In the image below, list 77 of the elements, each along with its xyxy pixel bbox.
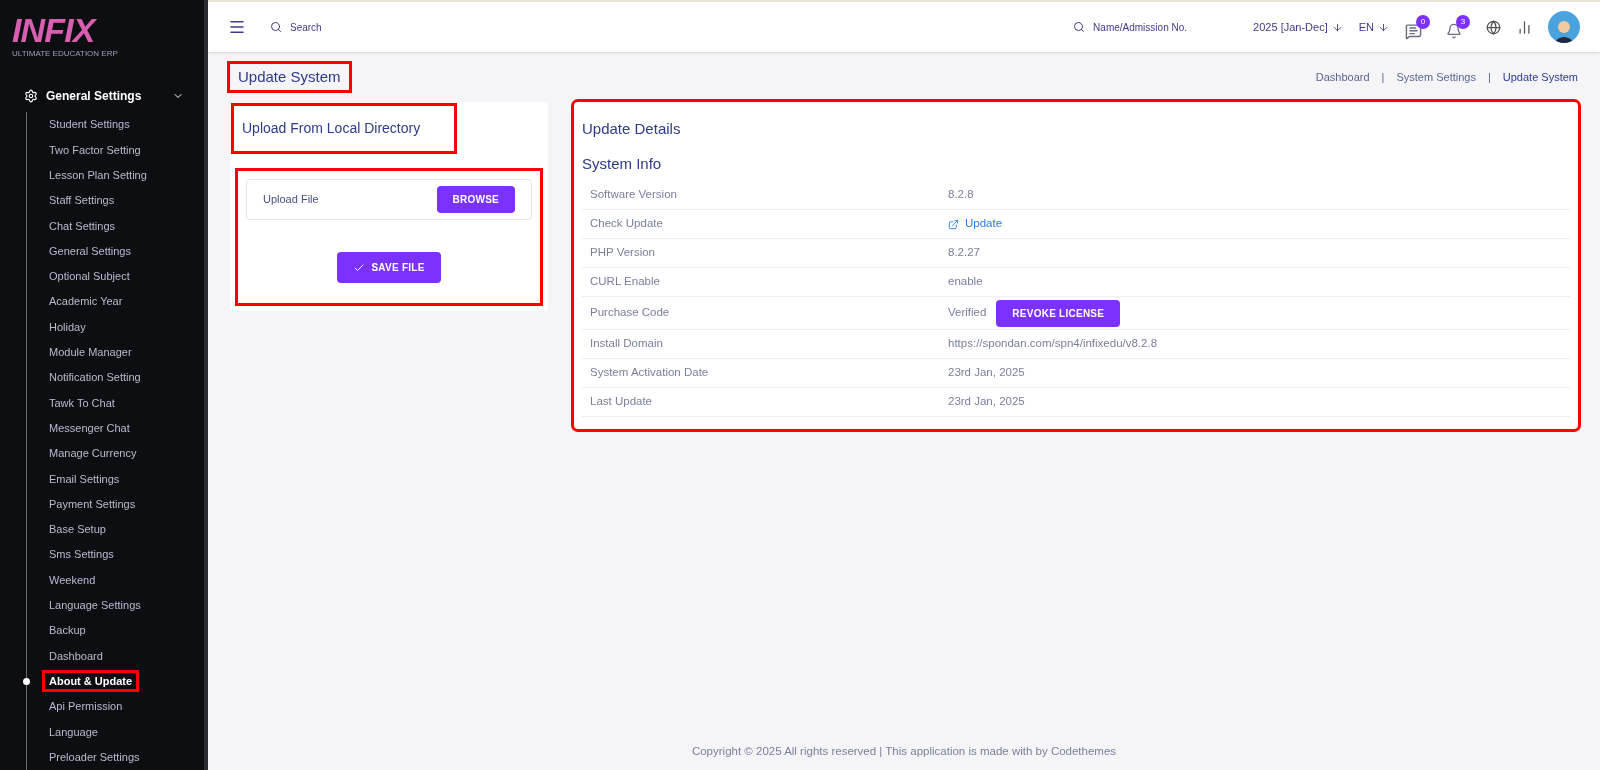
sidebar-item[interactable]: Payment Settings — [45, 495, 140, 513]
save-file-button[interactable]: SAVE FILE — [337, 252, 441, 283]
search-field[interactable]: Search — [290, 19, 490, 35]
info-value: https://spondan.com/spn4/infixedu/v8.2.8 — [948, 336, 1158, 352]
search-icon — [1073, 21, 1086, 33]
globe-icon[interactable] — [1486, 19, 1501, 35]
avatar[interactable] — [1548, 11, 1580, 43]
info-label: CURL Enable — [590, 274, 661, 290]
info-label: Check Update — [590, 216, 664, 232]
sidebar-item[interactable]: Language — [45, 723, 102, 740]
sidebar-item[interactable]: Sms Settings — [45, 546, 118, 563]
info-value: 8.2.27 — [948, 245, 980, 261]
info-label: PHP Version — [590, 245, 656, 261]
info-label: Purchase Code — [590, 305, 671, 321]
file-field[interactable]: Upload File BROWSE — [246, 179, 532, 220]
sidebar-item[interactable]: Chat Settings — [45, 217, 120, 235]
sidebar-item[interactable]: Preloader Settings — [45, 748, 144, 766]
info-value: 8.2.8 — [948, 187, 974, 203]
sidebar-group[interactable]: General Settings — [12, 84, 192, 108]
external-link-icon — [948, 218, 959, 230]
breadcrumb-separator: | — [1381, 69, 1385, 85]
info-value: 23rd Jan, 2025 — [948, 365, 1025, 381]
revoke-license-button[interactable]: REVOKE LICENSE — [996, 299, 1121, 327]
info-value: enable — [948, 274, 983, 290]
breadcrumb-link[interactable]: System Settings — [1396, 68, 1476, 86]
arrow-down-icon — [1331, 21, 1343, 33]
sidebar-item[interactable]: Notification Setting — [45, 369, 145, 386]
sidebar-item[interactable]: Api Permission — [45, 698, 127, 715]
breadcrumb-link[interactable]: Dashboard — [1315, 68, 1370, 86]
info-value: Verified — [948, 305, 987, 321]
sidebar-item[interactable]: Staff Settings — [45, 192, 119, 209]
sidebar-item[interactable]: Holiday — [45, 318, 90, 336]
browse-button[interactable]: BROWSE — [436, 186, 515, 213]
menu-icon[interactable] — [228, 18, 246, 36]
info-label: Install Domain — [590, 336, 664, 352]
info-label: System Activation Date — [590, 365, 710, 381]
sidebar-item[interactable]: Lesson Plan Setting — [45, 167, 151, 184]
info-value: 23rd Jan, 2025 — [948, 394, 1025, 410]
sidebar-item[interactable]: General Settings — [45, 242, 135, 260]
messages-badge: 0 — [1416, 14, 1430, 29]
arrow-down-icon — [1378, 21, 1389, 33]
sidebar-item[interactable]: Two Factor Setting — [45, 141, 145, 159]
sidebar-item[interactable]: Manage Currency — [45, 445, 141, 462]
sidebar-item[interactable]: Messenger Chat — [45, 419, 134, 437]
notifications-button[interactable]: 3 — [1446, 15, 1470, 39]
sidebar-item[interactable]: Backup — [45, 622, 90, 639]
search-icon — [270, 21, 282, 33]
sidebar-item[interactable]: Base Setup — [45, 521, 110, 538]
language-dropdown[interactable]: EN — [1358, 18, 1389, 36]
update-link[interactable]: Update — [948, 215, 1003, 233]
page-title: Update System — [230, 63, 349, 91]
panel-title: Update Details — [582, 119, 682, 139]
chat-icon — [1405, 22, 1422, 40]
notifications-badge: 3 — [1456, 15, 1470, 29]
breadcrumb-separator: | — [1487, 69, 1491, 85]
sidebar-item[interactable]: Email Settings — [45, 470, 124, 488]
logo: INFIX — [12, 12, 98, 48]
info-label: Software Version — [590, 187, 678, 203]
sidebar-item[interactable]: Tawk To Chat — [45, 394, 119, 412]
chart-icon[interactable] — [1517, 19, 1532, 35]
sidebar-item[interactable]: About & Update — [45, 672, 137, 690]
sidebar-item[interactable]: Module Manager — [45, 344, 136, 361]
logo-tagline: ULTIMATE EDUCATION ERP — [12, 48, 119, 60]
bell-icon — [1446, 23, 1462, 39]
messages-button[interactable]: 0 — [1405, 14, 1430, 40]
sidebar-item[interactable]: Dashboard — [45, 647, 107, 665]
sidebar-item[interactable]: Student Settings — [45, 116, 134, 133]
sidebar-item[interactable]: Academic Year — [45, 293, 127, 310]
info-label: Last Update — [590, 394, 653, 410]
sidebar-item[interactable]: Weekend — [45, 571, 100, 589]
card-title: Upload From Local Directory — [234, 106, 454, 151]
session-dropdown[interactable]: 2025 [Jan-Dec] — [1253, 18, 1343, 36]
section-title: System Info — [582, 153, 663, 174]
sidebar-item[interactable]: Optional Subject — [45, 268, 134, 285]
sidebar-item[interactable]: Language Settings — [45, 597, 145, 614]
footer-copyright: Copyright © 2025 All rights reserved | This application is made with by Codethemes — [690, 743, 1118, 759]
student-search-field[interactable]: Name/Admission No. — [1093, 19, 1214, 35]
